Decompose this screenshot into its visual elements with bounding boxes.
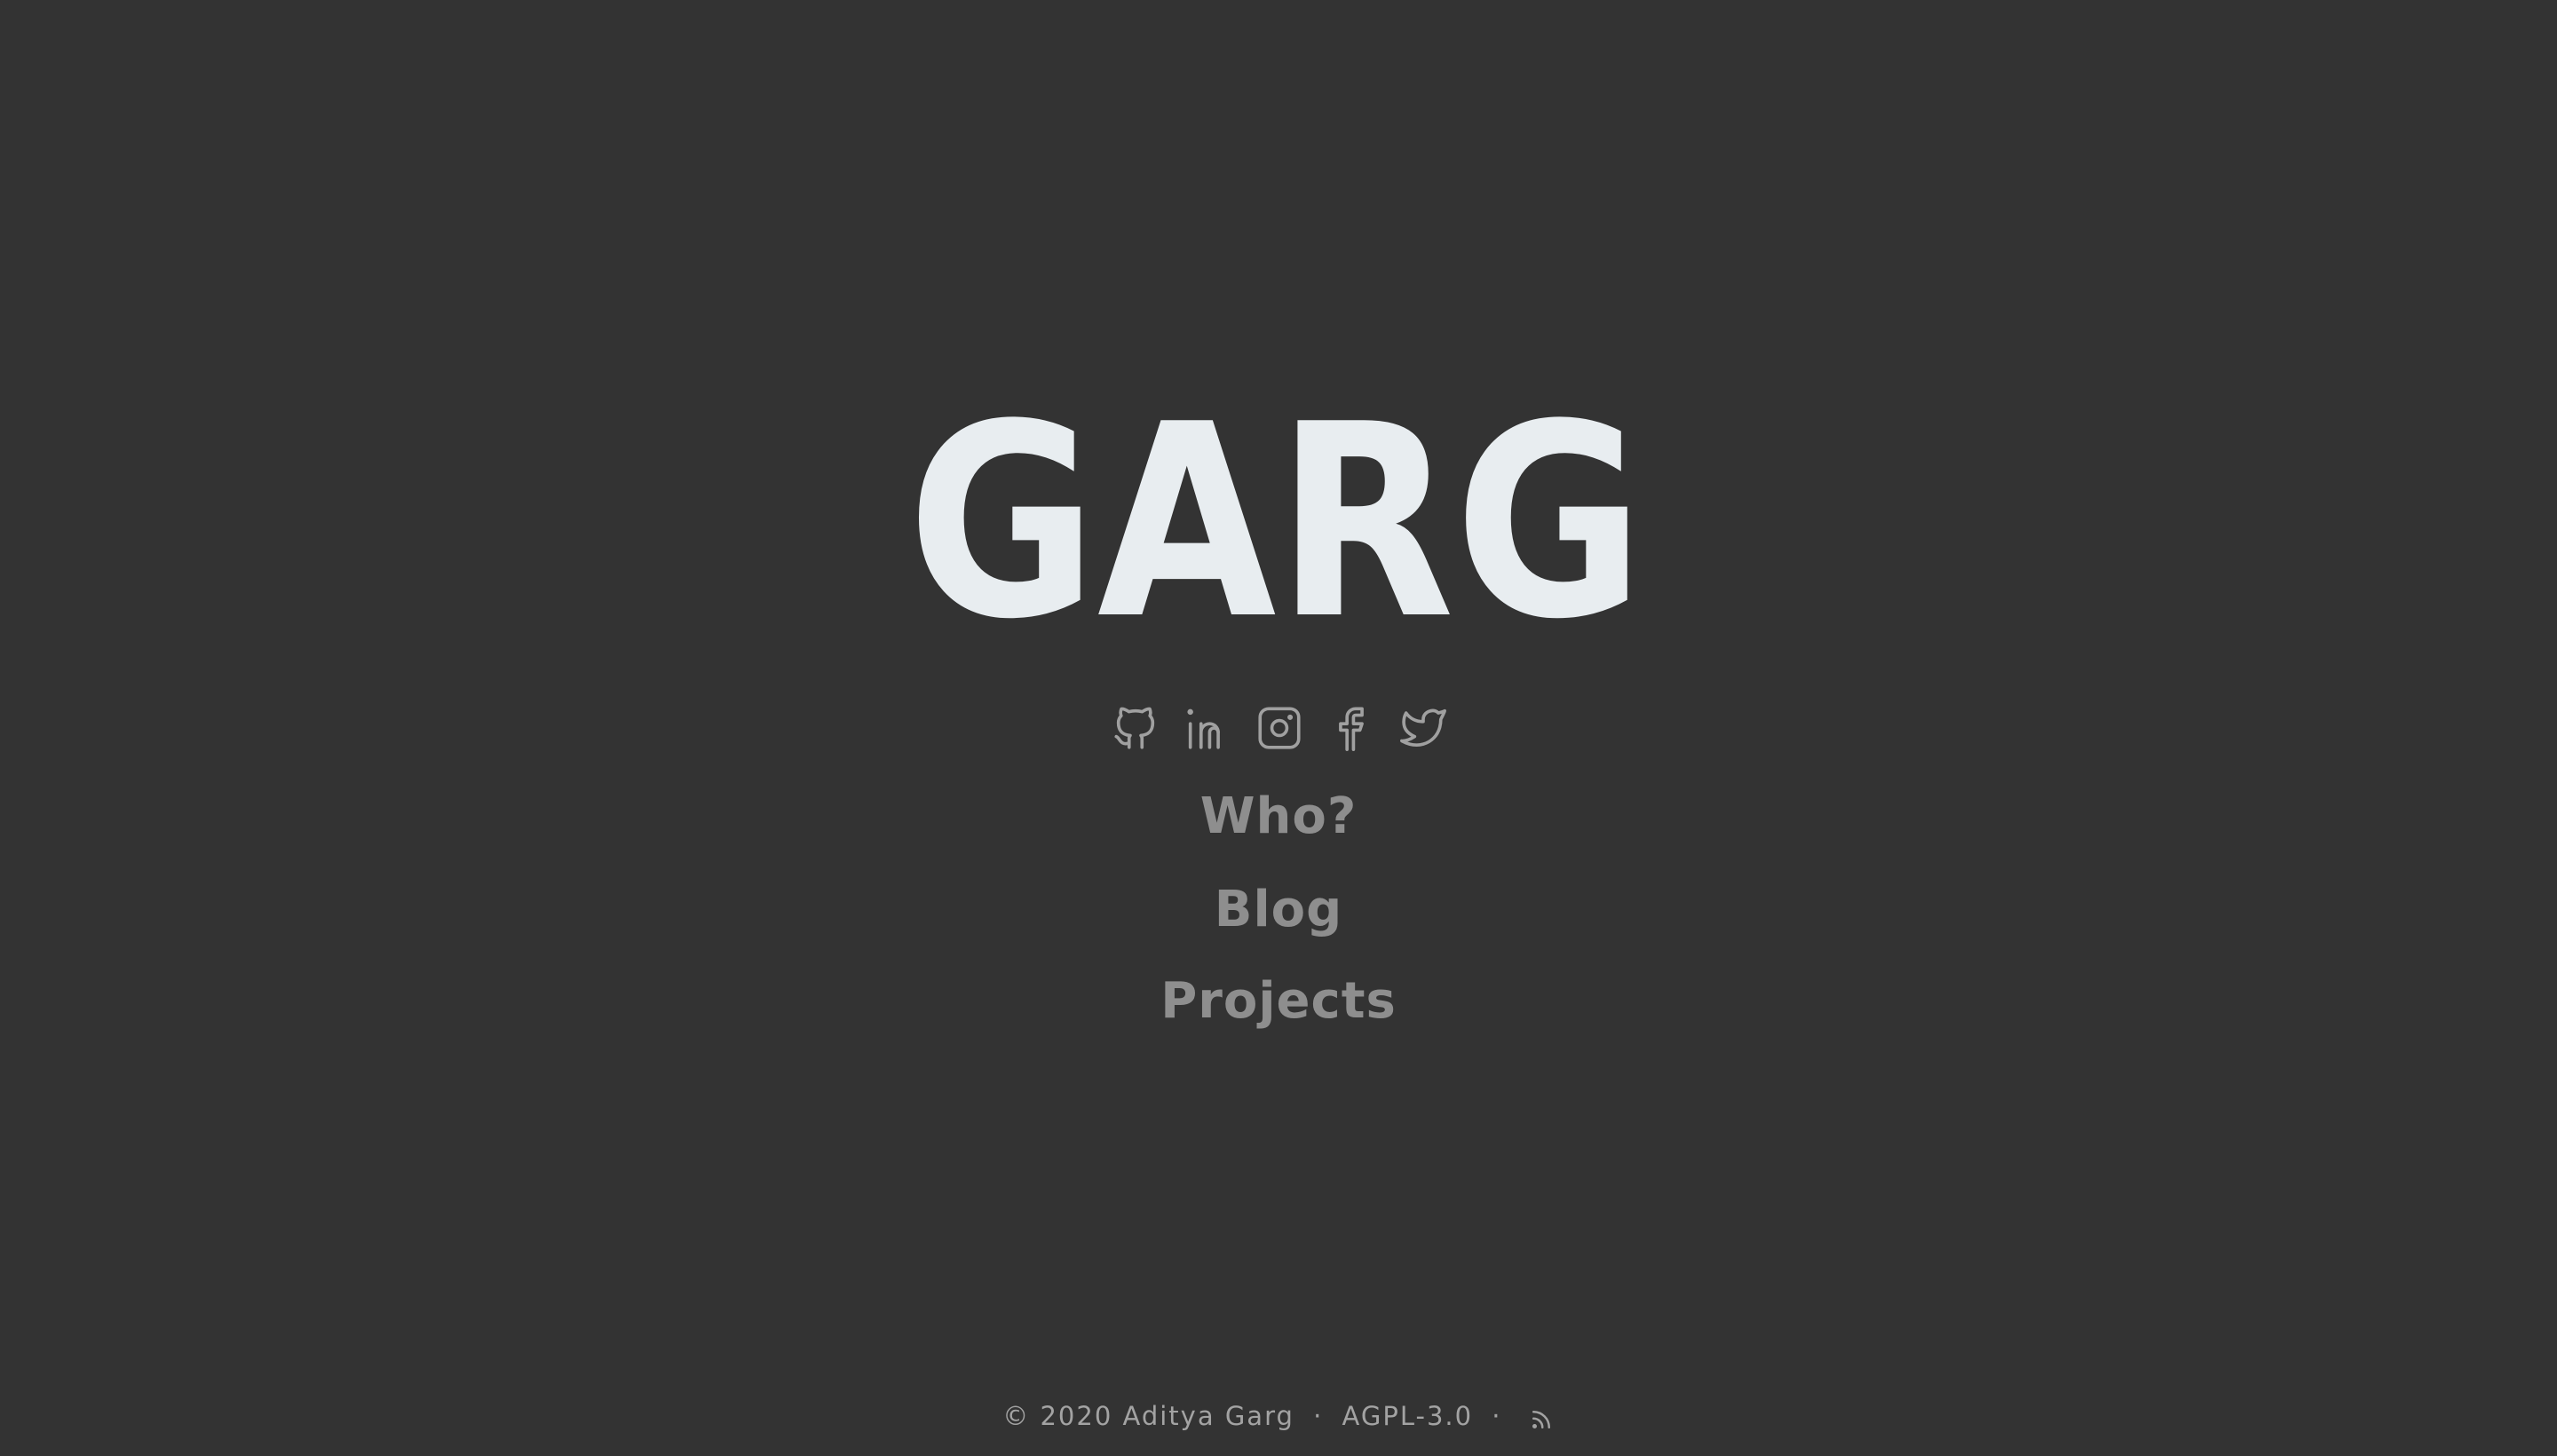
instagram-link[interactable]: [1254, 702, 1305, 754]
logo-text: GARG: [907, 391, 1644, 630]
footer-license-link[interactable]: AGPL-3.0: [1342, 1401, 1474, 1431]
facebook-icon: [1339, 707, 1364, 751]
facebook-link[interactable]: [1326, 702, 1377, 754]
twitter-icon: [1400, 708, 1446, 747]
nav-link-projects[interactable]: Projects: [0, 970, 2557, 1033]
rss-link[interactable]: [1528, 1402, 1555, 1428]
twitter-link[interactable]: [1397, 702, 1449, 754]
nav-link-blog[interactable]: Blog: [0, 879, 2557, 941]
rss-icon: [1532, 1411, 1550, 1428]
github-link[interactable]: [1110, 702, 1161, 754]
nav-link-who-label: Who?: [1199, 787, 1358, 845]
nav-link-who[interactable]: Who?: [0, 786, 2557, 848]
nav-link-projects-label: Projects: [1160, 972, 1397, 1030]
linkedin-link[interactable]: [1182, 702, 1233, 754]
github-icon: [1114, 707, 1155, 749]
site-logo[interactable]: GARG: [899, 391, 1653, 630]
footer-separator: ·: [1313, 1401, 1324, 1431]
linkedin-icon: [1187, 708, 1220, 749]
instagram-icon: [1258, 707, 1301, 749]
social-links: [1110, 700, 1449, 756]
footer-separator: ·: [1492, 1401, 1502, 1431]
footer: © 2020 Aditya Garg · AGPL-3.0 ·: [0, 1394, 2557, 1438]
footer-copyright: © 2020 Aditya Garg: [1002, 1401, 1294, 1431]
logo-wordmark: GARG: [907, 391, 1644, 630]
nav-link-blog-label: Blog: [1214, 881, 1343, 938]
